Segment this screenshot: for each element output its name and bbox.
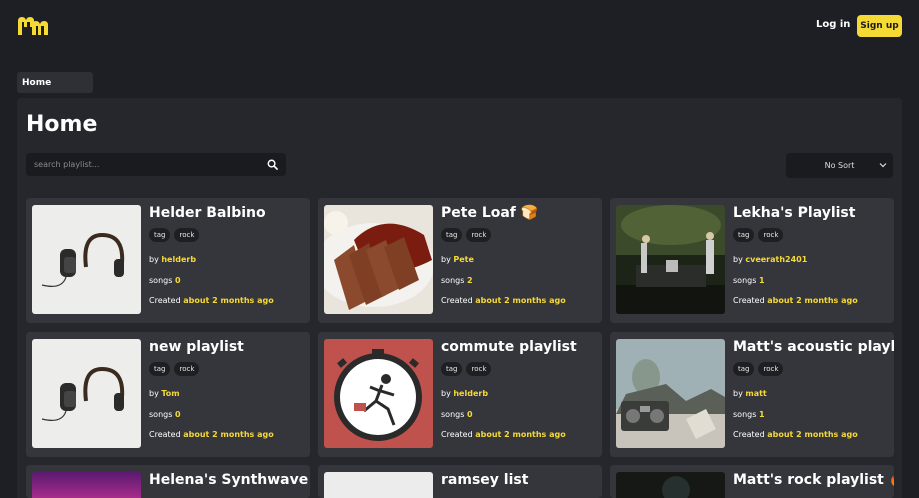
meatloaf-image — [324, 205, 433, 314]
tag-list: tag rock — [441, 362, 492, 376]
playlist-card[interactable]: Pete Loaf 🍞 tag rock by Pete songs 2 Cre… — [318, 198, 602, 323]
concert-image — [616, 205, 725, 314]
playlist-title[interactable]: ramsey list — [441, 472, 528, 488]
playlist-created: Created about 2 months ago — [733, 296, 858, 305]
playlist-card[interactable]: Lekha's Playlist tag rock by cveerath240… — [610, 198, 894, 323]
search-icon[interactable] — [267, 159, 278, 170]
playlist-song-count: songs 1 — [733, 410, 765, 419]
tag-list: tag rock — [149, 362, 200, 376]
playlist-cover — [324, 472, 433, 498]
tag-chip[interactable]: tag — [733, 228, 755, 242]
tag-chip[interactable]: tag — [149, 228, 171, 242]
tag-list: tag rock — [733, 228, 784, 242]
tag-chip[interactable]: tag — [733, 362, 755, 376]
playlist-author: by Pete — [441, 255, 474, 264]
playlist-song-count: songs 0 — [149, 276, 181, 285]
tag-chip[interactable]: rock — [174, 362, 200, 376]
login-link[interactable]: Log in — [816, 19, 850, 30]
top-navbar: Log in Sign up — [0, 0, 919, 55]
playlist-card[interactable]: commute playlist tag rock by helderb son… — [318, 332, 602, 457]
tag-list: tag rock — [441, 228, 492, 242]
playlist-cover — [324, 339, 433, 448]
playlist-author: by cveerath2401 — [733, 255, 808, 264]
playlist-song-count: songs 0 — [441, 410, 473, 419]
playlist-card[interactable]: Helder Balbino tag rock by helderb songs… — [26, 198, 310, 323]
author-link[interactable]: matt — [745, 389, 766, 398]
tag-chip[interactable]: tag — [441, 228, 463, 242]
playlist-card[interactable]: ramsey list — [318, 465, 602, 498]
playlist-song-count: songs 1 — [733, 276, 765, 285]
playlist-author: by helderb — [441, 389, 489, 398]
playlist-title[interactable]: Helder Balbino — [149, 205, 266, 221]
tag-list: tag rock — [733, 362, 784, 376]
author-link[interactable]: helderb — [453, 389, 488, 398]
logo-icon[interactable] — [17, 15, 51, 37]
playlist-cover — [616, 472, 725, 498]
playlist-card[interactable]: new playlist tag rock by Tom songs 0 Cre… — [26, 332, 310, 457]
tag-chip[interactable]: tag — [149, 362, 171, 376]
tag-chip[interactable]: rock — [758, 228, 784, 242]
playlist-created: Created about 2 months ago — [149, 296, 274, 305]
playlist-cover — [616, 339, 725, 448]
sort-select[interactable]: No Sort — [786, 153, 893, 178]
sort-selected-value: No Sort — [824, 161, 855, 170]
playlist-cover — [32, 339, 141, 448]
playlist-created: Created about 2 months ago — [441, 430, 566, 439]
headphones-icon — [32, 339, 141, 448]
playlist-song-count: songs 2 — [441, 276, 473, 285]
playlist-cover — [32, 472, 141, 498]
playlist-card[interactable]: Helena's Synthwave — [26, 465, 310, 498]
author-link[interactable]: helderb — [161, 255, 196, 264]
tag-chip[interactable]: rock — [174, 228, 200, 242]
tag-chip[interactable]: rock — [466, 228, 492, 242]
playlist-cover — [32, 205, 141, 314]
search-bar — [26, 153, 286, 176]
breadcrumb-home[interactable]: Home — [17, 72, 93, 93]
signup-button[interactable]: Sign up — [857, 15, 902, 37]
playlist-title[interactable]: new playlist — [149, 339, 244, 355]
playlist-author: by helderb — [149, 255, 197, 264]
playlist-created: Created about 2 months ago — [441, 296, 566, 305]
playlist-title[interactable]: Matt's acoustic playl — [733, 339, 894, 355]
synthwave-image — [32, 472, 141, 498]
playlist-title[interactable]: Helena's Synthwave — [149, 472, 308, 488]
playlist-author: by Tom — [149, 389, 180, 398]
playlist-created: Created about 2 months ago — [149, 430, 274, 439]
tag-chip[interactable]: rock — [758, 362, 784, 376]
playlist-cover — [324, 205, 433, 314]
boombox-image — [616, 339, 725, 448]
chevron-down-icon — [879, 163, 887, 168]
author-link[interactable]: Tom — [161, 389, 179, 398]
search-input[interactable] — [34, 153, 254, 176]
playlist-title[interactable]: Matt's rock playlist 🔥 — [733, 472, 894, 488]
rock-crowd-image — [616, 472, 725, 498]
author-link[interactable]: cveerath2401 — [745, 255, 807, 264]
tag-list: tag rock — [149, 228, 200, 242]
playlist-cover — [616, 205, 725, 314]
author-link[interactable]: Pete — [453, 255, 474, 264]
playlist-title[interactable]: Lekha's Playlist — [733, 205, 855, 221]
page-title: Home — [26, 112, 98, 137]
tag-chip[interactable]: tag — [441, 362, 463, 376]
playlist-card[interactable]: Matt's acoustic playl tag rock by matt s… — [610, 332, 894, 457]
playlist-card[interactable]: Matt's rock playlist 🔥 — [610, 465, 894, 498]
playlist-title[interactable]: commute playlist — [441, 339, 577, 355]
playlist-author: by matt — [733, 389, 767, 398]
tag-chip[interactable]: rock — [466, 362, 492, 376]
playlist-song-count: songs 0 — [149, 410, 181, 419]
stopwatch-runner-image — [324, 339, 433, 448]
playlist-title[interactable]: Pete Loaf 🍞 — [441, 205, 538, 221]
headphones-icon — [32, 205, 141, 314]
playlist-created: Created about 2 months ago — [733, 430, 858, 439]
